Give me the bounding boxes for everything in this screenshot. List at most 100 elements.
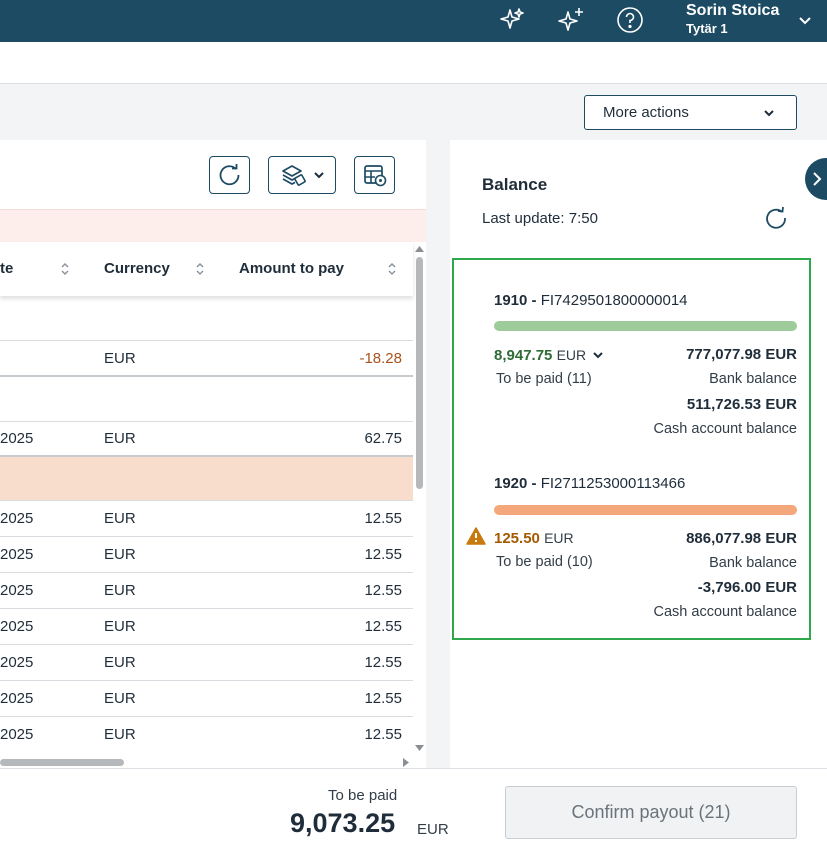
more-actions-button[interactable]: More actions [584,95,797,130]
cell-amount: -18.28 [359,350,402,367]
account-header[interactable]: 1910 - FI7429501800000014 [494,292,688,309]
cell-date: 2025 [0,726,34,743]
table-row[interactable]: 2025 EUR 12.55 [0,717,413,752]
cell-currency: EUR [104,654,136,671]
to-be-paid-value: 125.50 [494,530,540,547]
cell-amount: 12.55 [364,726,402,743]
confirm-payout-button[interactable]: Confirm payout (21) [505,786,797,839]
bank-balance-label: Bank balance [709,371,797,387]
chevron-down-icon [314,172,324,179]
cell-amount: 12.55 [364,582,402,599]
balance-bar-ok [494,321,797,331]
cell-currency: EUR [104,430,136,447]
table-row[interactable]: 2025 EUR 62.75 [0,422,413,457]
cash-balance-label: Cash account balance [653,421,798,437]
column-header-currency[interactable]: Currency [104,260,170,277]
cell-date: 2025 [0,618,34,635]
layers-dropdown-button[interactable] [268,156,336,194]
separator: - [527,475,541,492]
table-header: te Currency Amount to pay [0,242,413,296]
to-be-paid-currency: EUR [544,530,574,546]
chevron-down-icon[interactable] [797,12,813,28]
table-group-row-highlighted[interactable] [0,457,413,501]
cash-balance-value: 511,726.53 EUR [686,396,797,413]
chevron-right-icon [813,172,822,186]
table-row[interactable]: 2025 EUR 12.55 [0,501,413,537]
table-group-row[interactable] [0,296,413,341]
sparkles-icon[interactable] [497,5,527,35]
confirm-payout-label: Confirm payout (21) [571,802,731,822]
table-row[interactable]: 2025 EUR 12.55 [0,609,413,645]
cell-amount: 12.55 [364,690,402,707]
cell-amount: 12.55 [364,546,402,563]
balance-title: Balance [482,175,548,194]
table-row[interactable]: 2025 EUR 12.55 [0,537,413,573]
cell-currency: EUR [104,546,136,563]
cash-balance-value: -3,796.00 EUR [697,579,797,596]
sort-icon[interactable] [60,262,70,276]
scroll-down-icon[interactable] [415,745,424,752]
table-row[interactable]: 2025 EUR 12.55 [0,573,413,609]
refresh-icon [219,164,239,186]
table-settings-button[interactable] [354,156,395,194]
vertical-scroll-thumb[interactable] [416,257,423,489]
scroll-up-icon[interactable] [415,245,424,252]
top-navigation-bar: Sorin Stoica Tytär 1 [0,0,827,42]
last-update-text: Last update: 7:50 [482,210,598,227]
table-row[interactable]: EUR -18.28 [0,341,413,377]
layers-icon [282,165,306,186]
cell-amount: 62.75 [364,430,402,447]
scroll-right-icon[interactable] [403,758,410,767]
help-icon[interactable] [615,5,645,35]
cell-date: 2025 [0,546,34,563]
to-be-paid-amount[interactable]: 8,947.75 EUR [494,347,604,364]
bank-balance-label: Bank balance [709,555,797,571]
table-settings-icon [363,165,386,187]
sort-icon[interactable] [387,262,397,276]
table-group-row[interactable] [0,377,413,422]
balance-bar-warning [494,505,797,515]
cell-amount: 12.55 [364,510,402,527]
sub-header [0,42,827,84]
cell-currency: EUR [104,726,136,743]
total-to-be-paid-value: 9,073.25 [290,808,396,838]
chevron-down-icon[interactable] [592,350,604,360]
table-body: EUR -18.28 2025 EUR 62.75 2025 EUR 12.55… [0,296,413,752]
sparkles-plus-icon[interactable] [556,5,586,35]
table-row[interactable]: 2025 EUR 12.55 [0,681,413,717]
total-currency: EUR [417,821,449,838]
cell-date: 2025 [0,510,34,527]
bank-balance-value: 777,077.98 EUR [686,346,797,363]
notification-strip [0,209,426,242]
account-header[interactable]: 1920 - FI2711253000113466 [494,475,685,492]
to-be-paid-amount[interactable]: 125.50 EUR [494,530,574,547]
cell-date: 2025 [0,430,34,447]
cell-date: 2025 [0,690,34,707]
warning-icon [466,527,486,545]
separator: - [527,292,541,309]
to-be-paid-label: To be paid (10) [496,554,593,570]
refresh-button[interactable] [209,156,250,194]
to-be-paid-label: To be paid (11) [496,371,592,387]
horizontal-scroll-thumb[interactable] [0,759,124,766]
cell-amount: 12.55 [364,618,402,635]
cell-currency: EUR [104,350,136,367]
bank-balance-value: 886,077.98 EUR [686,530,797,547]
cash-balance-label: Cash account balance [653,604,798,620]
chevron-down-icon [764,110,774,117]
account-iban: FI2711253000113466 [540,475,686,492]
user-company[interactable]: Tytär 1 [686,21,728,36]
cell-currency: EUR [104,618,136,635]
refresh-icon[interactable] [762,203,790,231]
cell-currency: EUR [104,582,136,599]
to-be-paid-value: 8,947.75 [494,347,553,364]
more-actions-label: More actions [603,104,689,121]
user-name[interactable]: Sorin Stoica [686,2,779,20]
column-header-amount[interactable]: Amount to pay [239,260,344,277]
cell-date: 2025 [0,582,34,599]
table-row[interactable]: 2025 EUR 12.55 [0,645,413,681]
account-iban: FI7429501800000014 [540,292,688,309]
column-header-date[interactable]: te [0,260,13,277]
sort-icon[interactable] [195,262,205,276]
account-number: 1920 [494,475,528,492]
